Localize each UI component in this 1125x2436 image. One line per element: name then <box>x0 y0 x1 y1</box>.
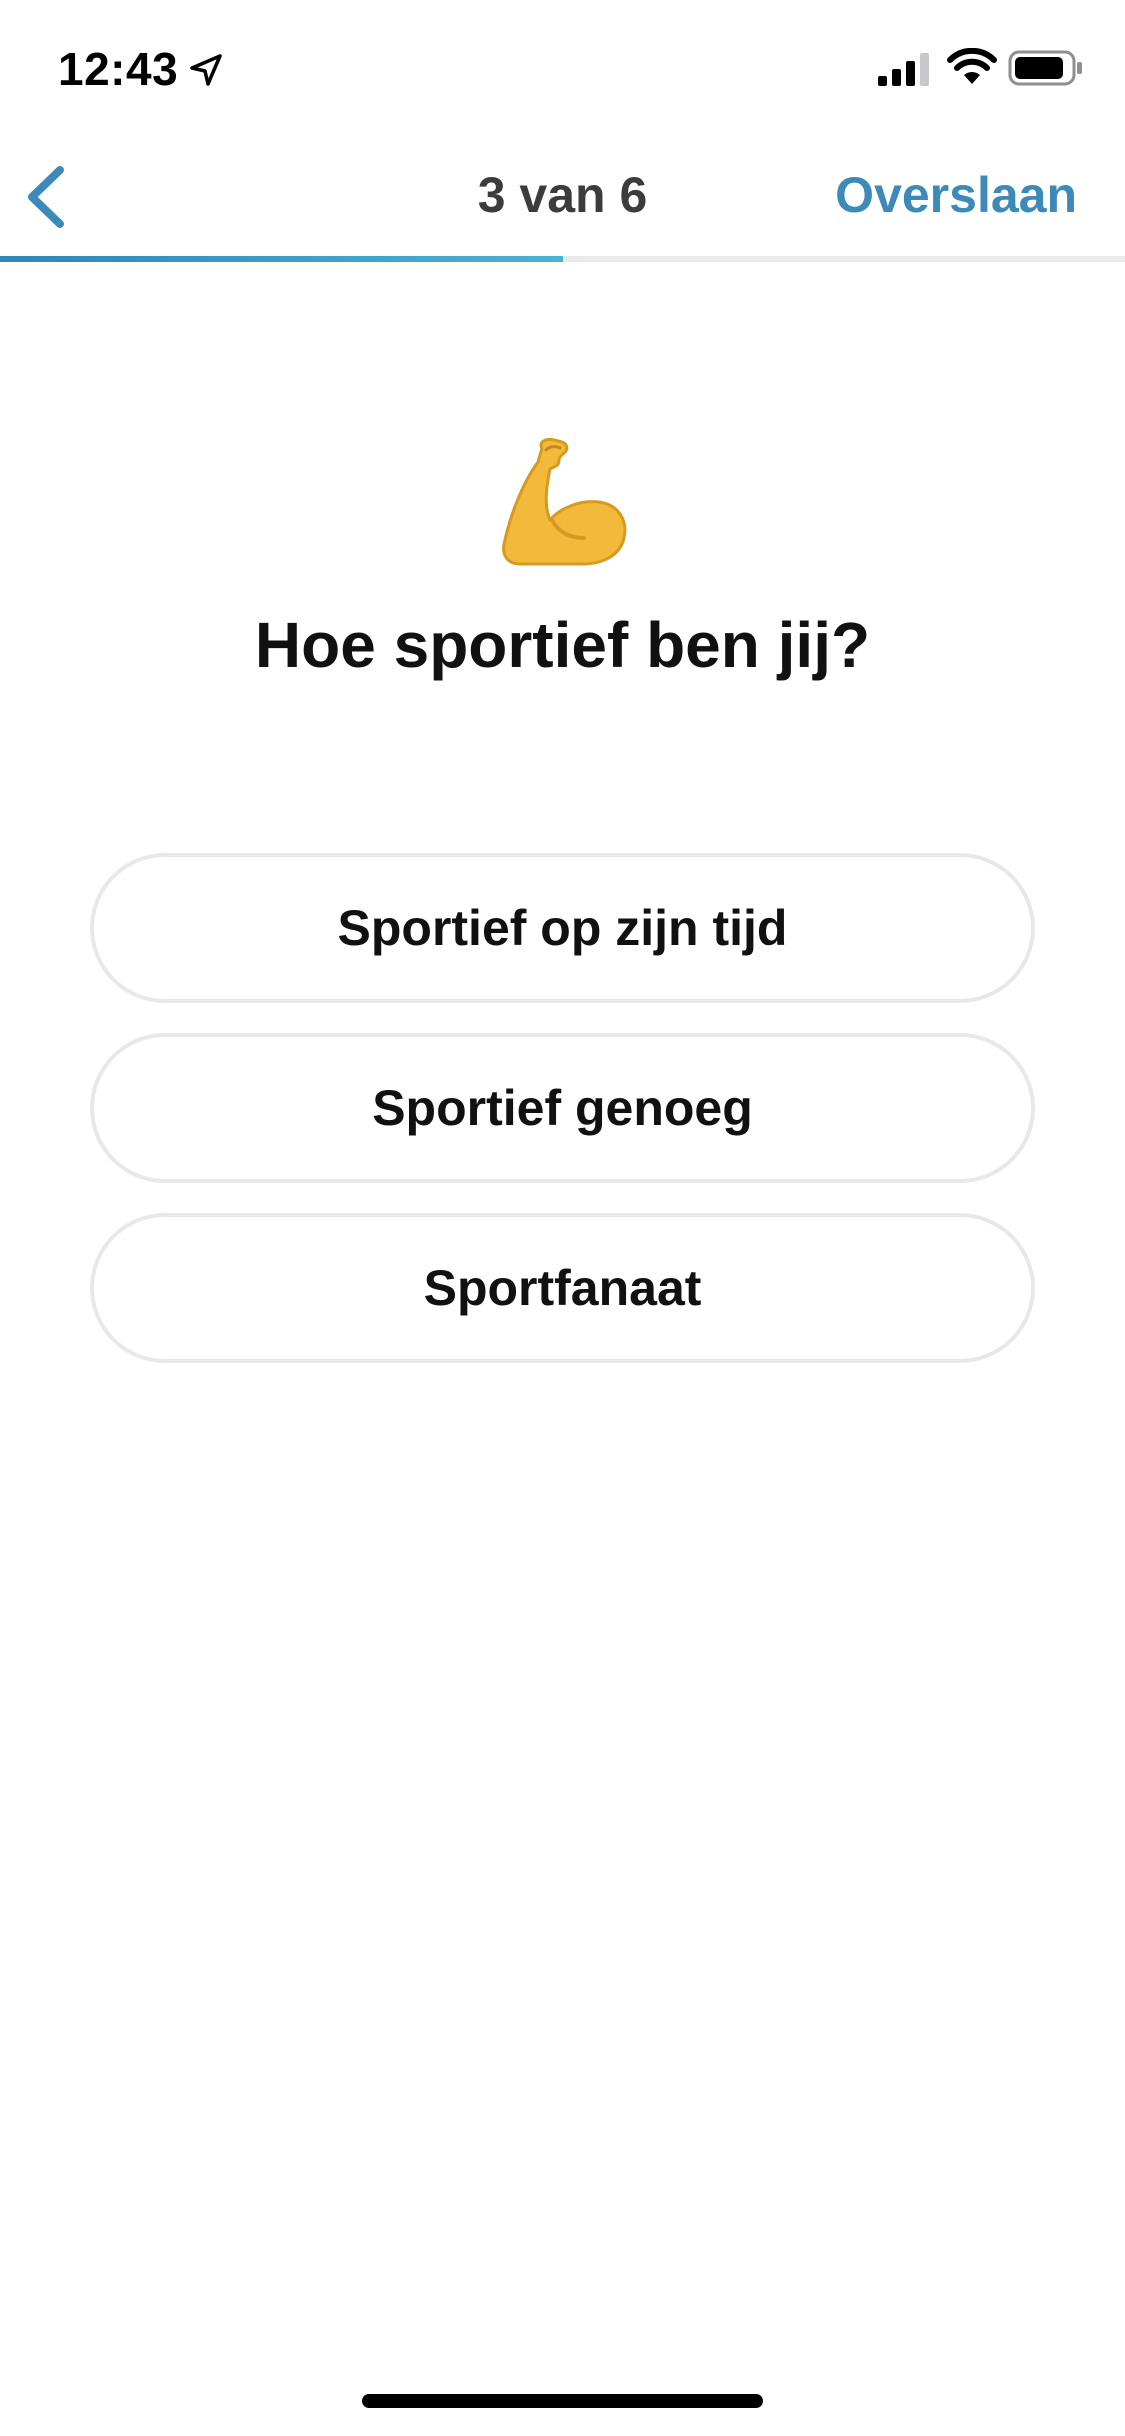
home-indicator[interactable] <box>362 2394 763 2408</box>
battery-icon <box>1008 50 1082 86</box>
nav-bar: 3 van 6 Overslaan <box>0 132 1125 258</box>
signal-icon <box>878 53 929 86</box>
progress-bar-fill <box>0 256 563 262</box>
onboarding-screen: 12:43 3 van 6 Overslaan Hoe sportief ben… <box>0 0 1125 2436</box>
location-arrow-icon <box>190 54 222 86</box>
answer-options: Sportief op zijn tijd Sportief genoeg Sp… <box>90 853 1035 1393</box>
wifi-icon <box>947 48 997 84</box>
status-time: 12:43 <box>58 43 179 95</box>
flexed-biceps-icon <box>0 436 1125 572</box>
progress-bar <box>0 256 1125 262</box>
question-title: Hoe sportief ben jij? <box>254 609 871 681</box>
status-bar: 12:43 <box>0 0 1125 132</box>
option-sportief-op-zijn-tijd[interactable]: Sportief op zijn tijd <box>90 853 1035 1003</box>
skip-button[interactable]: Overslaan <box>835 166 1077 224</box>
option-sportief-genoeg[interactable]: Sportief genoeg <box>90 1033 1035 1183</box>
option-sportfanaat[interactable]: Sportfanaat <box>90 1213 1035 1363</box>
